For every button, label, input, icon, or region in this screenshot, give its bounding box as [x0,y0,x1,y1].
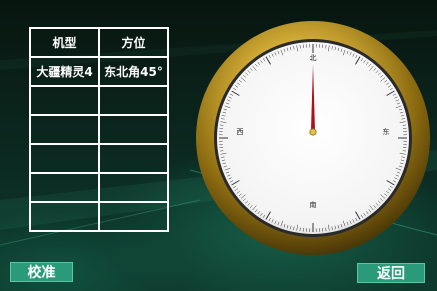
back-button[interactable]: 返回 [357,263,425,283]
south-label: 南 [310,200,317,209]
calibrate-button[interactable]: 校准 [10,262,73,282]
cell-heading [98,143,169,174]
cell-model [29,143,100,174]
table-row [29,114,169,145]
cell-model [29,114,100,145]
header-model: 机型 [29,27,100,58]
cell-heading: 东北角45° [98,56,169,87]
east-label: 东 [383,127,390,136]
table-row [29,85,169,116]
cell-heading [98,114,169,145]
cell-heading [98,201,169,232]
west-label: 西 [237,128,244,136]
table-row [29,201,169,232]
cell-model: 大疆精灵4 [29,56,100,87]
cell-heading [98,172,169,203]
cell-model [29,85,100,116]
cell-model [29,172,100,203]
cell-model [29,201,100,232]
north-label: 北 [310,54,317,62]
table-row [29,172,169,203]
table-row: 大疆精灵4 东北角45° [29,56,169,87]
cell-heading [98,85,169,116]
drone-heading-table: 机型 方位 大疆精灵4 东北角45° [29,27,169,232]
header-heading: 方位 [98,27,169,58]
table-header-row: 机型 方位 [29,27,169,58]
compass-dial: 北 东 南 西 [196,21,430,255]
table-row [29,143,169,174]
